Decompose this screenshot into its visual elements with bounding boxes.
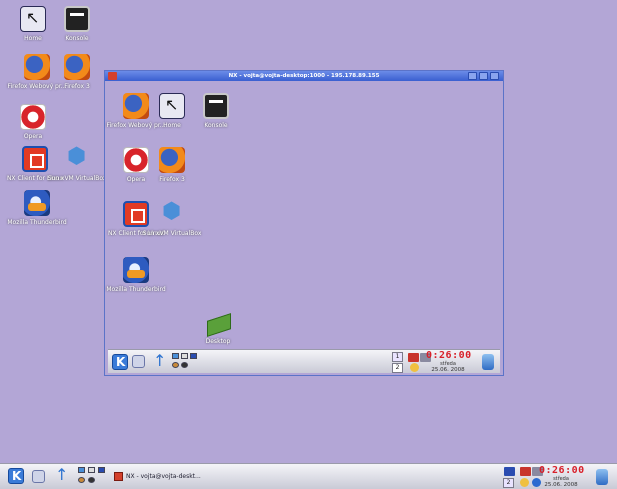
keyboard-layout-icon[interactable] bbox=[408, 353, 419, 362]
window-titlebar[interactable]: NX - vojta@vojta-desktop:1000 - 195.178.… bbox=[105, 71, 503, 81]
update-icon[interactable] bbox=[410, 363, 419, 372]
desktop-icon-konsole[interactable]: Konsole bbox=[46, 6, 108, 42]
firefox-icon bbox=[159, 147, 185, 173]
desktop-icon-label: Firefox 3 bbox=[159, 176, 185, 183]
minimize-button[interactable] bbox=[468, 72, 477, 80]
nx-kde-panel: 1 2 0:26:00 středa 25.06. 2008 bbox=[108, 349, 500, 373]
nx-desktop-icon-konsole[interactable]: Konsole bbox=[185, 93, 247, 129]
desktop-icon-label: Mozilla Thunderbird bbox=[7, 219, 67, 226]
nx-window-icon bbox=[114, 472, 123, 481]
pager-desktop-2[interactable]: 2 bbox=[503, 478, 514, 488]
desktop-icon-opera[interactable]: Opera bbox=[2, 104, 64, 140]
kmenu-icon[interactable] bbox=[112, 354, 128, 370]
mini-app-icon[interactable] bbox=[172, 362, 179, 368]
mini-terminal-icon[interactable] bbox=[181, 353, 188, 359]
desktop-icon-label: Konsole bbox=[204, 122, 228, 129]
thunderbird-icon bbox=[123, 257, 149, 283]
konqueror-icon[interactable] bbox=[52, 465, 68, 484]
desktop-icon-label: Mozilla Thunderbird bbox=[106, 286, 166, 293]
thunderbird-icon bbox=[24, 190, 50, 216]
xnx-icon bbox=[22, 146, 48, 172]
maximize-button[interactable] bbox=[479, 72, 488, 80]
desktop-icon-label: Opera bbox=[23, 133, 43, 140]
window-list-icon[interactable] bbox=[504, 467, 515, 476]
virtualbox-icon bbox=[64, 144, 90, 172]
mini-browser-icon[interactable] bbox=[78, 467, 85, 473]
trash-icon[interactable] bbox=[482, 354, 494, 370]
show-desktop-icon[interactable] bbox=[32, 470, 45, 483]
mini-window-icon[interactable] bbox=[98, 467, 105, 473]
clock-date: 25.06. 2008 bbox=[544, 482, 578, 488]
desktop-icon-firefox-3[interactable]: Firefox 3 bbox=[46, 54, 108, 90]
mini-app-icon[interactable] bbox=[78, 477, 85, 483]
mini-terminal-icon[interactable] bbox=[88, 467, 95, 473]
konqueror-icon[interactable] bbox=[150, 351, 166, 370]
desktop-icon-label: Firefox 3 bbox=[64, 83, 90, 90]
nx-session-window[interactable]: NX - vojta@vojta-desktop:1000 - 195.178.… bbox=[104, 70, 504, 376]
desktop-icon-label: Sun xVM VirtualBox bbox=[47, 175, 107, 182]
pager-desktop-1[interactable]: 1 bbox=[392, 352, 403, 362]
nx-desktop-icon-thunderbird[interactable]: Mozilla Thunderbird bbox=[105, 257, 167, 293]
clock-time: 0:26:00 bbox=[426, 350, 472, 361]
keyboard-layout-icon[interactable] bbox=[520, 467, 531, 476]
desktop-icon-label: Sun xVM VirtualBox bbox=[142, 230, 202, 237]
nx-desktop-icon-books[interactable]: Desktop bbox=[187, 309, 249, 345]
mini-window-icon[interactable] bbox=[190, 353, 197, 359]
nx-desktop-icon-virtualbox[interactable]: Sun xVM VirtualBox bbox=[141, 199, 203, 237]
firefox-icon bbox=[64, 54, 90, 80]
window-title: NX - vojta@vojta-desktop:1000 - 195.178.… bbox=[228, 73, 380, 79]
host-taskbar: NX - vojta@vojta-deskt... 2 0:26:00 stře… bbox=[0, 463, 617, 489]
pager-desktop-2[interactable]: 2 bbox=[392, 363, 403, 373]
nx-desktop-icon-firefox-3[interactable]: Firefox 3 bbox=[141, 147, 203, 183]
home-icon bbox=[20, 6, 46, 32]
show-desktop-icon[interactable] bbox=[132, 355, 145, 368]
clock-date: 25.06. 2008 bbox=[431, 367, 465, 373]
virtualbox-icon bbox=[159, 199, 185, 227]
update-icon[interactable] bbox=[520, 478, 529, 487]
task-label: NX - vojta@vojta-deskt... bbox=[126, 473, 201, 480]
trash-icon[interactable] bbox=[596, 469, 608, 485]
konsole-icon bbox=[203, 93, 229, 119]
desktop-icon-thunderbird[interactable]: Mozilla Thunderbird bbox=[6, 190, 68, 226]
taskbar-task-nx[interactable]: NX - vojta@vojta-deskt... bbox=[114, 469, 234, 484]
kmenu-icon[interactable] bbox=[8, 468, 24, 484]
konsole-icon bbox=[64, 6, 90, 32]
desktop-icon-label: Desktop bbox=[205, 338, 231, 345]
mini-browser-icon[interactable] bbox=[172, 353, 179, 359]
desktop-icon-virtualbox[interactable]: Sun xVM VirtualBox bbox=[46, 144, 108, 182]
close-button[interactable] bbox=[490, 72, 499, 80]
clock-time: 0:26:00 bbox=[539, 465, 585, 476]
kde-desktop: { "desktop": { "icons": [ {"name": "home… bbox=[0, 0, 617, 489]
opera-icon bbox=[20, 104, 46, 130]
home-icon bbox=[159, 93, 185, 119]
desktop-icon-label: Konsole bbox=[65, 35, 89, 42]
panel-clock[interactable]: 0:26:00 středa 25.06. 2008 bbox=[426, 350, 472, 374]
mini-app-icon[interactable] bbox=[88, 477, 95, 483]
mini-app-icon[interactable] bbox=[181, 362, 188, 368]
taskbar-clock[interactable]: 0:26:00 středa 25.06. 2008 bbox=[539, 465, 585, 489]
books-icon bbox=[205, 309, 231, 335]
